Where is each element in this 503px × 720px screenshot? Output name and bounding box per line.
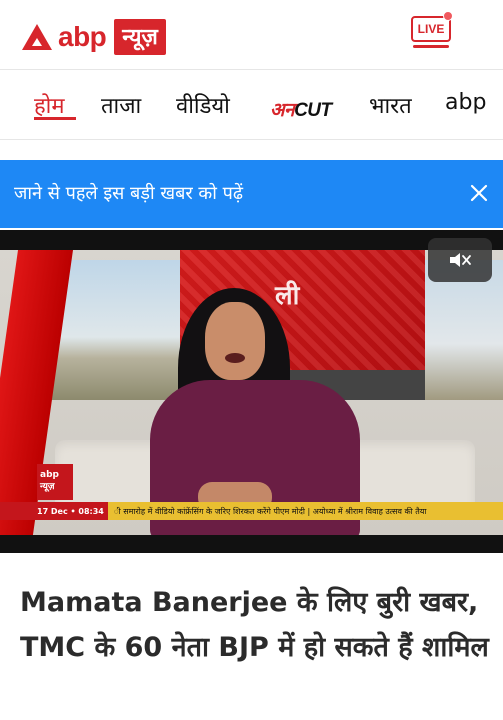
nav-active-indicator bbox=[34, 117, 76, 120]
nav-item-home[interactable]: होम bbox=[34, 90, 65, 120]
logo-sub-text: न्यूज़ bbox=[114, 19, 166, 55]
banner-text: जाने से पहले इस बड़ी खबर को पढ़ें bbox=[14, 183, 243, 204]
site-header: abp न्यूज़ LIVE bbox=[0, 0, 503, 70]
nav-item-abp[interactable]: abp bbox=[445, 90, 486, 115]
news-anchor-mouth bbox=[225, 353, 245, 363]
news-ticker: 17 Dec • 08:34 ी समारोह में वीडियो कांफ्… bbox=[0, 502, 503, 520]
news-anchor-face bbox=[205, 302, 265, 380]
read-before-leaving-banner[interactable]: जाने से पहले इस बड़ी खबर को पढ़ें bbox=[0, 160, 503, 228]
unmute-button[interactable] bbox=[428, 238, 492, 282]
uncut-label-a: अन bbox=[270, 100, 295, 121]
live-label: LIVE bbox=[417, 22, 445, 36]
nav-item-india[interactable]: भारत bbox=[369, 90, 412, 120]
channel-watermark-logo: abp न्यूज़ bbox=[37, 464, 73, 500]
abp-news-logo[interactable]: abp न्यूज़ bbox=[22, 17, 166, 57]
nav-item-uncut[interactable]: अनCUT bbox=[270, 96, 332, 122]
nav-item-videos[interactable]: वीडियो bbox=[176, 90, 230, 120]
nav-item-latest[interactable]: ताजा bbox=[101, 90, 141, 120]
abp-triangle-logo-icon bbox=[22, 24, 52, 50]
uncut-label-b: CUT bbox=[294, 100, 332, 121]
ticker-text: ी समारोह में वीडियो कांफ्रेंसिंग के जरिए… bbox=[113, 506, 427, 516]
close-icon bbox=[470, 184, 488, 202]
logo-brand-text: abp bbox=[58, 21, 107, 52]
ticker-date: 17 Dec • 08:34 bbox=[0, 502, 108, 520]
category-nav: होम ताजा वीडियो भारत abp bbox=[0, 70, 503, 140]
channel-logo-line1: abp bbox=[40, 470, 59, 480]
live-tv-stand-icon bbox=[413, 45, 449, 48]
article-headline[interactable]: Mamata Banerjee के लिए बुरी खबर, TMC के … bbox=[20, 580, 490, 670]
studio-screen-text: ली bbox=[275, 281, 300, 311]
video-player[interactable]: ली abp न्यूज़ 17 Dec • 08:34 ी समारोह मे… bbox=[0, 230, 503, 553]
video-frame: ली abp न्यूज़ 17 Dec • 08:34 ी समारोह मे… bbox=[0, 250, 503, 535]
live-indicator-dot bbox=[443, 11, 453, 21]
channel-logo-line2: न्यूज़ bbox=[40, 482, 55, 492]
mute-icon bbox=[450, 253, 471, 267]
banner-close-button[interactable] bbox=[462, 176, 496, 210]
